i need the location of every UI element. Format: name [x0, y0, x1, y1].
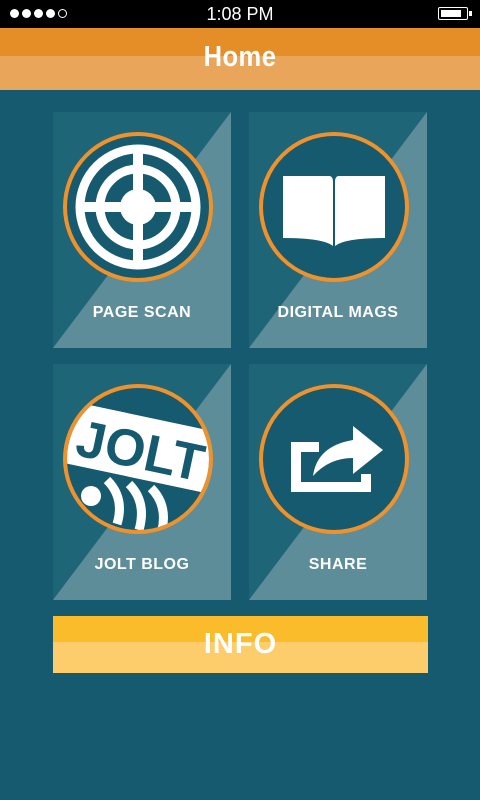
- tile-label: DIGITAL MAGS: [277, 304, 399, 321]
- tile-page-scan[interactable]: PAGE SCAN: [53, 112, 231, 348]
- tile-share[interactable]: SHARE: [249, 364, 427, 600]
- status-time: 1:08 PM: [206, 4, 274, 24]
- tile-label: PAGE SCAN: [92, 304, 192, 321]
- jolt-logo-text: JOLT: [71, 410, 209, 494]
- status-bar: 1:08 PM: [0, 0, 480, 28]
- battery-icon: [438, 7, 472, 20]
- target-icon: [63, 132, 213, 282]
- tile-digital-mags[interactable]: DIGITAL MAGS: [249, 112, 427, 348]
- battery-fill: [441, 10, 461, 17]
- jolt-logo-icon: JOLT: [63, 384, 213, 534]
- page-title: Home: [203, 41, 277, 73]
- info-button-label: INFO: [203, 628, 278, 660]
- share-icon: [259, 384, 409, 534]
- tile-jolt-blog[interactable]: JOLT JOLT BLOG: [53, 364, 231, 600]
- info-button[interactable]: INFO: [53, 616, 428, 673]
- tile-label: JOLT BLOG: [94, 556, 190, 573]
- open-book-icon: [259, 132, 409, 282]
- tile-label: SHARE: [308, 556, 368, 573]
- nav-header: Home: [0, 28, 480, 90]
